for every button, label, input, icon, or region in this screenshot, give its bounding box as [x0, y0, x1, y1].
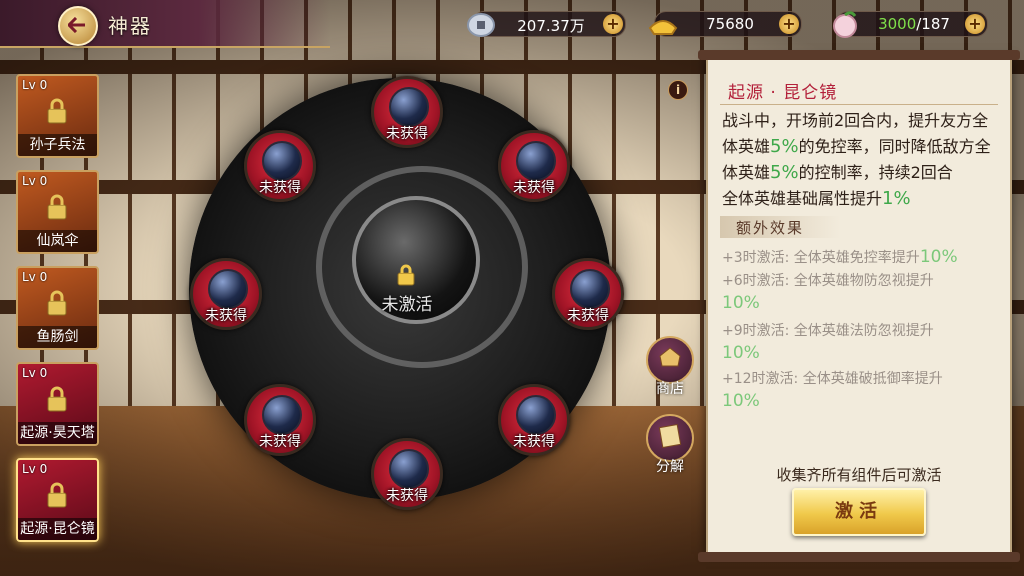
- decompose-icon: [658, 424, 682, 448]
- artifact-item[interactable]: Lv 0 起源·昊天塔: [16, 362, 99, 446]
- add-gold-button[interactable]: +: [779, 14, 799, 34]
- bonus-effect: +6时激活: 全体英雄物防忽视提升 10%: [722, 273, 934, 313]
- activation-hint: 收集齐所有组件后可激活: [776, 466, 942, 484]
- bonus-effect: +3时激活: 全体英雄免控率提升10%: [722, 247, 958, 267]
- gem-icon: [389, 87, 429, 127]
- component-slot[interactable]: 未获得: [498, 384, 570, 456]
- artifact-item[interactable]: Lv 0 仙岚伞: [16, 170, 99, 254]
- component-slot[interactable]: 未获得: [190, 258, 262, 330]
- artifact-item[interactable]: Lv 0 孙子兵法: [16, 74, 99, 158]
- silver-resource: 207.37万 +: [467, 11, 626, 37]
- lock-icon: [47, 386, 67, 412]
- activation-status: 未激活: [381, 295, 433, 315]
- shop-button[interactable]: 商店: [646, 336, 694, 397]
- gem-icon: [516, 141, 556, 181]
- back-arrow-icon: [68, 17, 85, 33]
- component-slot[interactable]: 未获得: [244, 384, 316, 456]
- add-stamina-button[interactable]: +: [965, 14, 985, 34]
- page-title: 神器: [108, 14, 152, 38]
- stamina-current: 3000: [878, 15, 917, 33]
- component-slot[interactable]: 未获得: [371, 76, 443, 148]
- gem-icon: [262, 395, 302, 435]
- top-bar: 神器 207.37万 + 75680 + 3000/187 +: [0, 0, 1024, 48]
- component-slot[interactable]: 未获得: [552, 258, 624, 330]
- stamina-max: /187: [916, 15, 950, 33]
- stamina-resource: 3000/187 +: [833, 11, 988, 38]
- lock-icon: [47, 482, 67, 508]
- activate-button[interactable]: 激活: [792, 488, 926, 536]
- artifact-info-panel: 起源 · 昆仑镜 战斗中，开场前2回合内，提升友方全体英雄5%的免控率，同时降低…: [698, 50, 1020, 562]
- lock-icon: [47, 98, 67, 124]
- peach-icon: [833, 11, 857, 38]
- gold-ingot-icon: [648, 20, 678, 35]
- gold-resource: 75680 +: [648, 11, 802, 37]
- artifact-item[interactable]: Lv 0 鱼肠剑: [16, 266, 99, 350]
- component-slot[interactable]: 未获得: [498, 130, 570, 202]
- bonus-effect: +9时激活: 全体英雄法防忽视提升 10%: [722, 323, 934, 363]
- gem-icon: [516, 395, 556, 435]
- lock-icon: [397, 264, 415, 286]
- artifact-item-selected[interactable]: Lv 0 起源·昆仑镜: [16, 458, 99, 542]
- title-plate: [0, 0, 330, 48]
- lock-icon: [47, 290, 67, 316]
- lock-icon: [47, 194, 67, 220]
- bonus-effect: +12时激活: 全体英雄破抵御率提升 10%: [722, 371, 943, 411]
- extra-effects-header: 额外效果: [720, 216, 840, 238]
- component-slot[interactable]: 未获得: [371, 438, 443, 510]
- back-button[interactable]: [58, 6, 98, 46]
- gem-icon: [262, 141, 302, 181]
- add-silver-button[interactable]: +: [603, 14, 623, 34]
- artifact-description: 战斗中，开场前2回合内，提升友方全体英雄5%的免控率，同时降低敌方全体英雄5%的…: [722, 111, 991, 209]
- artifact-title: 起源 · 昆仑镜: [728, 83, 838, 103]
- gem-icon: [208, 269, 248, 309]
- silver-coin-icon: [467, 13, 495, 37]
- gem-icon: [570, 269, 610, 309]
- info-icon[interactable]: i: [668, 80, 688, 100]
- component-slot[interactable]: 未获得: [244, 130, 316, 202]
- shop-icon: [659, 347, 681, 367]
- decompose-button[interactable]: 分解: [646, 414, 694, 475]
- gem-icon: [389, 449, 429, 489]
